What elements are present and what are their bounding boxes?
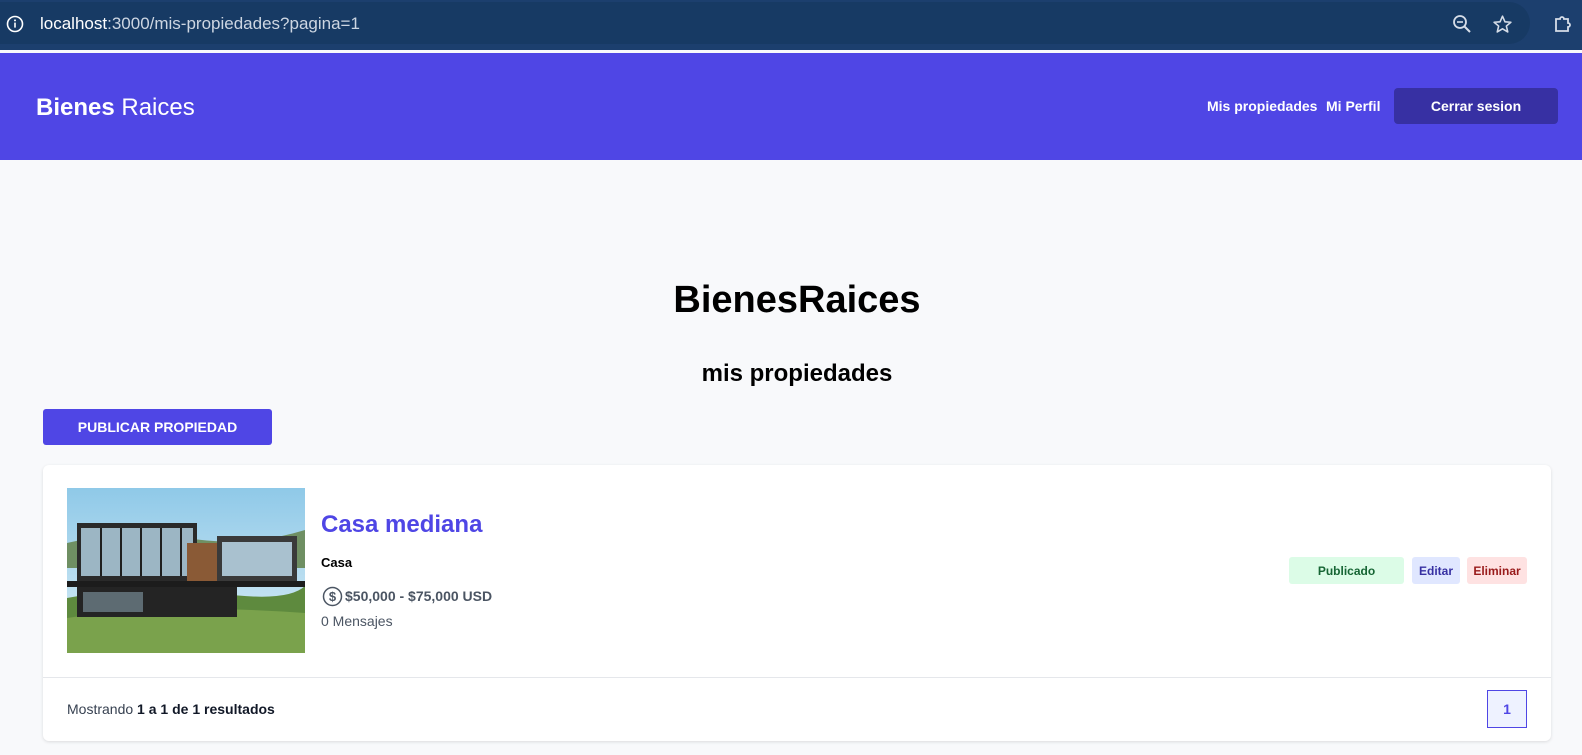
title-bold: Bienes [673, 279, 799, 321]
results-prefix: Mostrando [67, 701, 138, 717]
browser-toolbar: localhost:3000/mis-propiedades?pagina=1 [0, 0, 1582, 50]
url-host: localhost [40, 14, 108, 33]
card-divider [43, 677, 1551, 678]
site-header: Bienes Raices Mis propiedades Mi Perfil … [0, 53, 1582, 160]
url-text[interactable]: localhost:3000/mis-propiedades?pagina=1 [40, 14, 360, 34]
svg-text:$: $ [329, 589, 337, 604]
page-brand-title: BienesRaices [0, 279, 1582, 322]
page-heading: mis propiedades [701, 360, 893, 387]
results-from: 1 [137, 701, 145, 717]
address-bar[interactable]: localhost:3000/mis-propiedades?pagina=1 [0, 2, 1530, 44]
results-sep-de: de [168, 701, 193, 717]
edit-property-button[interactable]: Editar [1412, 557, 1460, 584]
logout-button[interactable]: Cerrar sesion [1394, 88, 1558, 124]
property-category: Casa [321, 555, 353, 570]
pagination-summary: Mostrando 1 a 1 de 1 resultados [67, 701, 275, 717]
publish-property-button[interactable]: PUBLICAR PROPIEDAD [43, 409, 272, 445]
brand-logo[interactable]: Bienes Raices [36, 94, 195, 122]
delete-property-button[interactable]: Eliminar [1467, 557, 1527, 584]
property-title[interactable]: Casa mediana [321, 511, 482, 539]
zoom-out-icon[interactable] [1452, 14, 1472, 34]
brand-bold: Bienes [36, 94, 115, 121]
results-sep-a: a [144, 701, 161, 717]
results-total: 1 [192, 701, 201, 717]
status-published-badge[interactable]: Publicado [1289, 557, 1404, 584]
dollar-icon: $ [322, 586, 343, 607]
nav-my-profile[interactable]: Mi Perfil [1326, 98, 1380, 114]
property-price: $50,000 - $75,000 USD [345, 588, 493, 604]
results-suffix: resultados [200, 701, 275, 717]
brand-light: Raices [114, 94, 195, 121]
property-messages[interactable]: 0 Mensajes [321, 613, 393, 629]
property-list-card: Casa mediana Casa $ $50,000 - $75,000 US… [43, 465, 1551, 741]
pagination-page-1[interactable]: 1 [1487, 690, 1527, 728]
property-image [67, 488, 305, 653]
site-info-icon[interactable] [6, 15, 24, 33]
url-path: :3000/mis-propiedades?pagina=1 [107, 14, 360, 33]
nav-my-properties[interactable]: Mis propiedades [1207, 98, 1317, 114]
extensions-icon[interactable] [1553, 13, 1573, 33]
title-light: Raices [798, 279, 921, 321]
bookmark-star-icon[interactable] [1492, 14, 1513, 35]
